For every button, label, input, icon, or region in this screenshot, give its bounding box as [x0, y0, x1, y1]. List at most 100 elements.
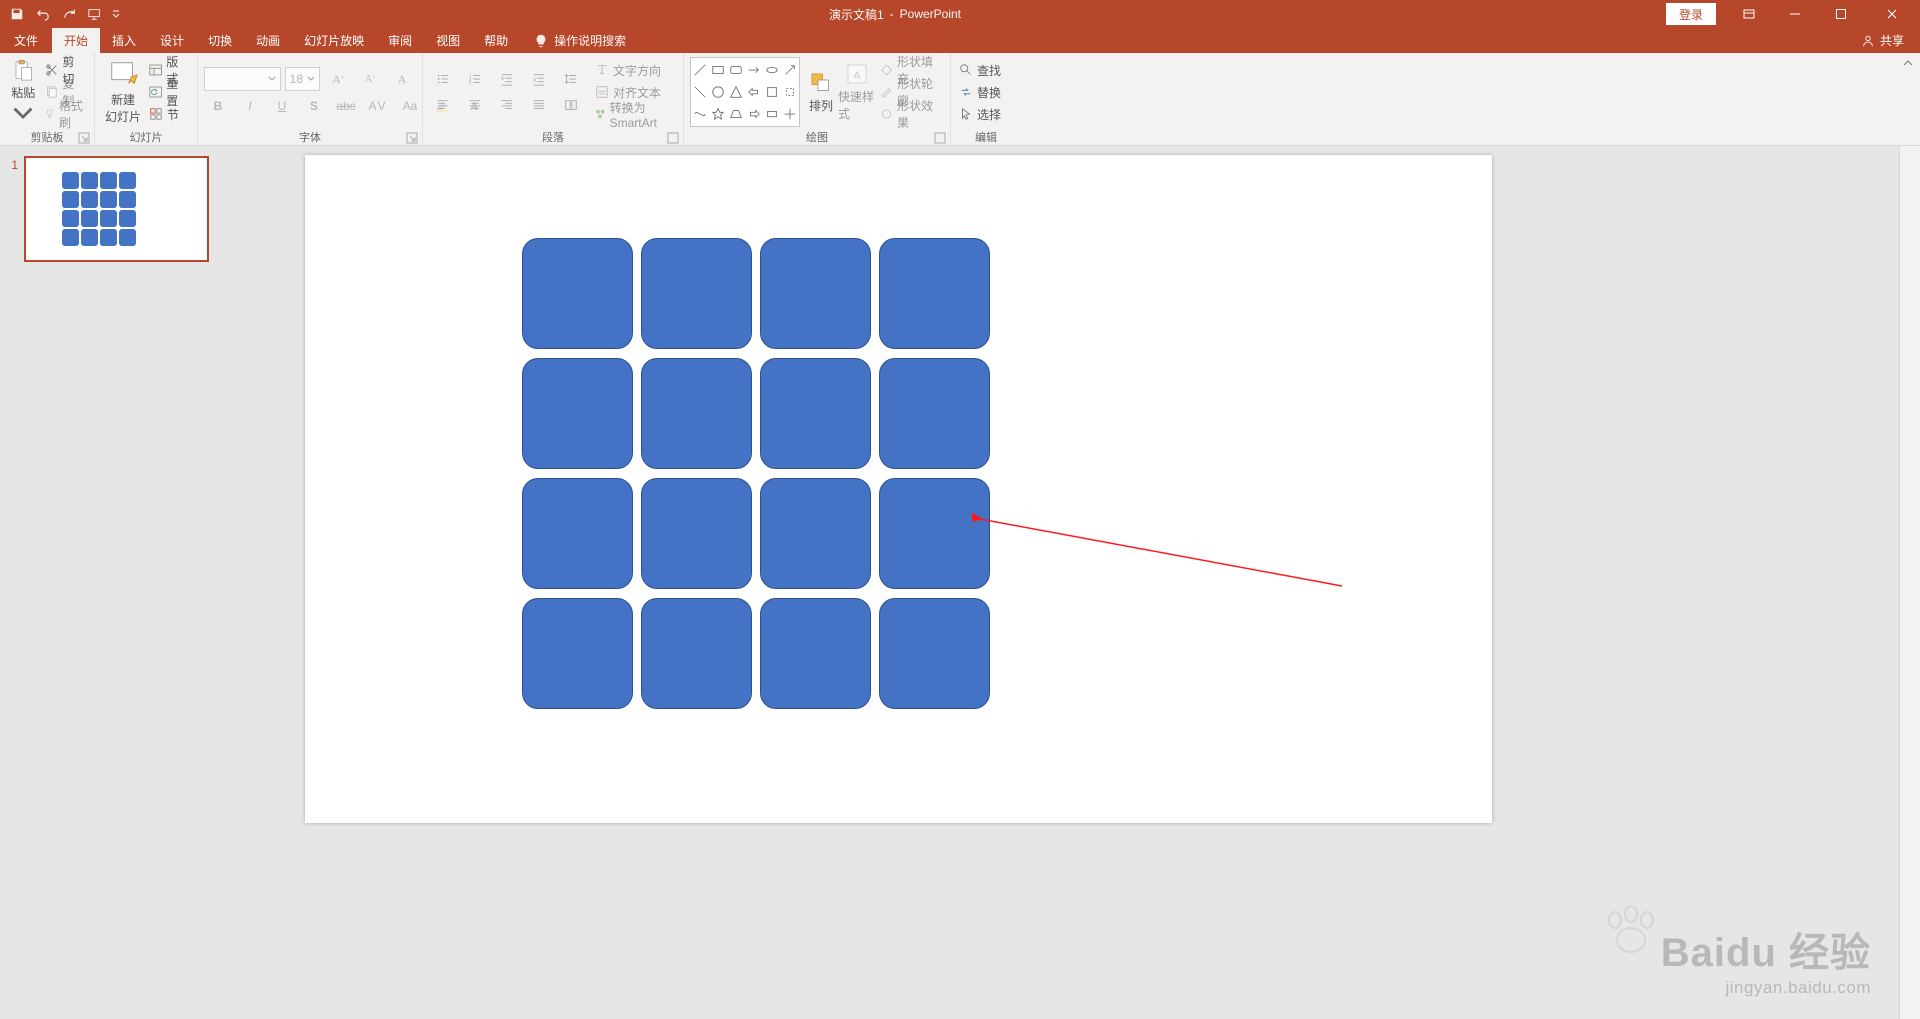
rounded-rect-shape[interactable]	[522, 358, 633, 469]
slide-canvas-area[interactable]: Baidu 经验 jingyan.baidu.com	[237, 146, 1899, 1019]
font-name-combobox[interactable]	[204, 67, 281, 91]
tell-me-search[interactable]: 操作说明搜索	[534, 28, 626, 53]
section-button[interactable]: 节	[147, 104, 191, 124]
tab-file[interactable]: 文件	[0, 28, 52, 53]
bullets-button[interactable]	[429, 68, 457, 90]
search-icon	[959, 63, 973, 77]
format-painter-button[interactable]: 格式刷	[43, 104, 89, 124]
tell-me-label: 操作说明搜索	[554, 32, 626, 49]
reset-button[interactable]: 重置	[147, 82, 191, 102]
vertical-scrollbar[interactable]	[1899, 146, 1920, 1019]
columns-button[interactable]	[557, 94, 585, 116]
convert-smartart-button[interactable]: 转换为 SmartArt	[593, 104, 677, 124]
text-direction-button[interactable]: 文字方向	[593, 60, 677, 80]
maximize-button[interactable]	[1818, 0, 1864, 28]
decrease-font-button[interactable]: Aˇ	[356, 68, 384, 90]
change-case-button[interactable]: Aa	[396, 95, 424, 117]
slide-thumbnail-1[interactable]	[24, 156, 209, 262]
align-left-button[interactable]	[429, 94, 457, 116]
align-center-button[interactable]	[461, 94, 489, 116]
arrange-button[interactable]: 排列	[804, 61, 838, 123]
login-button[interactable]: 登录	[1666, 3, 1716, 25]
start-from-beginning-button[interactable]	[82, 0, 108, 28]
line-spacing-button[interactable]	[557, 68, 585, 90]
tab-insert[interactable]: 插入	[100, 28, 148, 53]
thumbnail-row[interactable]: 1	[0, 156, 237, 262]
tab-slideshow[interactable]: 幻灯片放映	[292, 28, 376, 53]
collapse-ribbon-button[interactable]	[1902, 57, 1914, 69]
tab-transitions[interactable]: 切换	[196, 28, 244, 53]
new-slide-button[interactable]: 新建 幻灯片	[101, 59, 145, 125]
char-spacing-button[interactable]: AV	[364, 95, 392, 117]
decrease-indent-button[interactable]	[493, 68, 521, 90]
paste-button[interactable]: 粘贴	[6, 59, 41, 125]
strikethrough-button[interactable]: abc	[332, 95, 360, 117]
app-name: PowerPoint	[900, 7, 961, 21]
rounded-rect-shape[interactable]	[760, 478, 871, 589]
replace-button[interactable]: 替换	[957, 82, 1003, 102]
shape-effects-button[interactable]: 形状效果	[878, 104, 944, 124]
rounded-rect-shape[interactable]	[641, 478, 752, 589]
shapes-gallery[interactable]	[690, 57, 800, 127]
save-button[interactable]	[4, 0, 30, 28]
slide-1[interactable]	[305, 155, 1492, 823]
paste-icon	[8, 59, 38, 82]
slide-thumbnail-panel[interactable]: 1	[0, 146, 237, 1019]
find-button[interactable]: 查找	[957, 60, 1003, 80]
quick-styles-button[interactable]: A 快速样式	[838, 61, 876, 123]
justify-button[interactable]	[525, 94, 553, 116]
bold-button[interactable]: B	[204, 95, 232, 117]
rounded-rect-shape[interactable]	[879, 358, 990, 469]
rounded-rect-shape[interactable]	[641, 358, 752, 469]
new-slide-label-2: 幻灯片	[105, 108, 141, 125]
align-right-button[interactable]	[493, 94, 521, 116]
quick-styles-label: 快速样式	[838, 88, 876, 122]
qat-customize-button[interactable]	[108, 0, 124, 28]
rounded-rect-shape[interactable]	[641, 598, 752, 709]
rounded-rect-shape[interactable]	[522, 598, 633, 709]
rounded-rect-shape[interactable]	[760, 598, 871, 709]
tab-view[interactable]: 视图	[424, 28, 472, 53]
redo-button[interactable]	[56, 0, 82, 28]
numbering-button[interactable]: 123	[461, 68, 489, 90]
tab-design[interactable]: 设计	[148, 28, 196, 53]
clipboard-dialog-launcher[interactable]	[78, 132, 90, 144]
rounded-rect-shape[interactable]	[522, 238, 633, 349]
close-button[interactable]	[1864, 0, 1920, 28]
rounded-rect-shape[interactable]	[522, 478, 633, 589]
font-size-combobox[interactable]: 18	[285, 67, 320, 91]
underline-button[interactable]: U	[268, 95, 296, 117]
rounded-rect-shape[interactable]	[879, 238, 990, 349]
rounded-rect-shape[interactable]	[879, 478, 990, 589]
share-button[interactable]: 共享	[1851, 28, 1920, 53]
group-paragraph: 123 文字方向	[423, 53, 684, 145]
quick-access-toolbar	[0, 0, 124, 28]
minimize-button[interactable]	[1772, 0, 1818, 28]
paragraph-dialog-launcher[interactable]	[667, 132, 679, 144]
select-button[interactable]: 选择	[957, 104, 1003, 124]
increase-indent-button[interactable]	[525, 68, 553, 90]
tab-home[interactable]: 开始	[52, 28, 100, 53]
titlebar-right: 登录	[1666, 0, 1920, 28]
rounded-rect-shape[interactable]	[760, 358, 871, 469]
rounded-rect-shape[interactable]	[641, 238, 752, 349]
undo-button[interactable]	[30, 0, 56, 28]
shadow-button[interactable]: S	[300, 95, 328, 117]
shape-line-icon	[693, 63, 707, 77]
tab-help[interactable]: 帮助	[472, 28, 520, 53]
font-dialog-launcher[interactable]	[406, 132, 418, 144]
smartart-label: 转换为 SmartArt	[610, 99, 675, 130]
tab-review[interactable]: 审阅	[376, 28, 424, 53]
rounded-rect-shape[interactable]	[760, 238, 871, 349]
drawing-dialog-launcher[interactable]	[934, 132, 946, 144]
ribbon-display-options-button[interactable]	[1726, 0, 1772, 28]
chevron-down-icon	[307, 75, 315, 83]
increase-font-button[interactable]: Aˇ	[324, 68, 352, 90]
italic-button[interactable]: I	[236, 95, 264, 117]
group-font: 18 Aˇ Aˇ A B I U S abc AV Aa	[198, 53, 423, 145]
ribbon: 粘贴 剪切 复制 格式刷 剪贴板	[0, 53, 1920, 146]
window-title: 演示文稿1 - PowerPoint	[124, 0, 1666, 28]
rounded-rect-shape[interactable]	[879, 598, 990, 709]
clear-formatting-button[interactable]: A	[388, 68, 416, 90]
tab-animations[interactable]: 动画	[244, 28, 292, 53]
